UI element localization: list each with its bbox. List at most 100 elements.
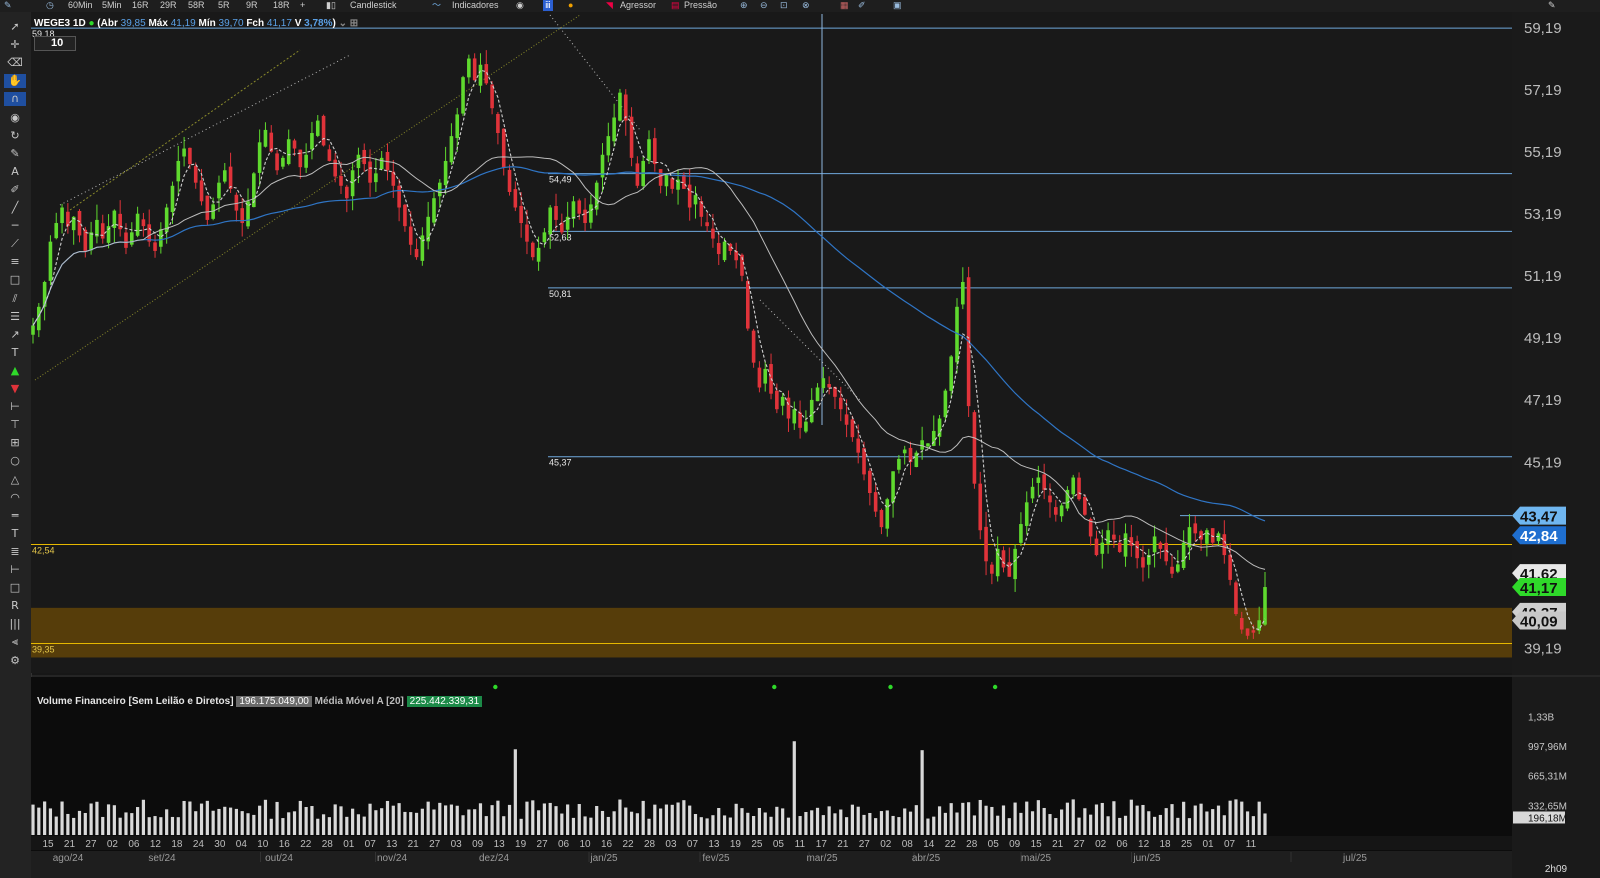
- volume-bar: [1216, 805, 1221, 835]
- candle-body: [222, 170, 227, 182]
- x-day-label: 25: [1181, 839, 1193, 850]
- volume-bar: [380, 808, 384, 835]
- volume-bar: [536, 810, 541, 835]
- low-label: Mín: [198, 18, 216, 29]
- volume-bar: [961, 802, 965, 835]
- collapse-icon[interactable]: ⌄: [339, 18, 347, 29]
- candle-body: [153, 242, 157, 251]
- candle-body: [188, 147, 192, 165]
- volume-bar: [1141, 804, 1145, 835]
- x-day-label: 22: [300, 839, 312, 850]
- candle-body: [182, 148, 186, 157]
- volume-bar: [699, 817, 703, 835]
- volume-bar: [542, 803, 546, 835]
- x-month-label: dez/24: [479, 853, 509, 864]
- candle-body: [1030, 486, 1035, 499]
- volume-bar: [821, 815, 825, 835]
- x-day-label: 28: [644, 839, 656, 850]
- volume-bar: [996, 815, 1000, 835]
- candle-body: [443, 160, 448, 186]
- candle-body: [379, 157, 384, 170]
- volume-bar: [48, 808, 53, 835]
- price-chart[interactable]: 59,1854,4952,6350,8145,3742,5439,3559,19…: [0, 0, 1600, 878]
- x-month-label: abr/25: [912, 853, 941, 864]
- volume-bar: [426, 801, 430, 835]
- volume-bar: [711, 815, 715, 835]
- volume-bar: [978, 799, 982, 835]
- volume-bar: [810, 810, 814, 835]
- candle-body: [530, 242, 535, 258]
- volume-bar: [850, 804, 854, 835]
- candle-body: [1234, 582, 1238, 615]
- x-day-label: 24: [193, 839, 205, 850]
- candle-body: [472, 58, 477, 81]
- candle-body: [798, 412, 802, 428]
- volume-bar: [118, 817, 122, 835]
- volume-bar: [89, 803, 93, 835]
- candle-body: [920, 440, 924, 450]
- volume-bar: [339, 806, 343, 835]
- candle-body: [885, 499, 890, 529]
- ticker-info: WEGE3 1D ● (Abr 39,85 Máx 41,19 Mín 39,7…: [34, 18, 359, 29]
- candle-body: [926, 443, 930, 447]
- close-label: Fch: [246, 18, 265, 29]
- volume-bar: [879, 811, 884, 835]
- volume-current: 196.175.049,00: [236, 696, 312, 707]
- candle-body: [374, 173, 378, 183]
- x-day-label: 09: [1009, 839, 1021, 850]
- candle-body: [159, 229, 163, 247]
- candle-body: [670, 178, 675, 189]
- volume-bar: [1071, 799, 1075, 835]
- y-tick-label: 47,19: [1524, 392, 1562, 409]
- x-day-label: 14: [923, 839, 935, 850]
- high-label: Máx: [148, 18, 168, 29]
- x-day-label: 04: [236, 839, 248, 850]
- x-day-label: 02: [880, 839, 892, 850]
- volume-bar: [972, 815, 977, 835]
- x-day-label: 15: [42, 839, 54, 850]
- volume-bar: [1083, 808, 1087, 835]
- volume-bar: [234, 808, 238, 835]
- interval-box[interactable]: 10: [34, 36, 76, 51]
- volume-bar: [368, 803, 372, 835]
- volume-bar: [205, 800, 209, 835]
- volume-bar: [83, 812, 87, 835]
- volume-bar: [653, 804, 657, 835]
- candle-body: [1135, 541, 1139, 559]
- x-month-label: jun/25: [1132, 853, 1161, 864]
- support-zone: [31, 607, 1512, 658]
- volume-bar: [72, 817, 76, 835]
- volume-bar: [403, 811, 407, 835]
- volume-bar: [908, 811, 913, 835]
- volume-tick-label: 332,65M: [1528, 801, 1567, 812]
- candle-body: [984, 526, 988, 562]
- volume-bar: [1182, 801, 1186, 835]
- candle-body: [786, 397, 791, 419]
- add-study-icon[interactable]: ⊞: [350, 18, 358, 29]
- volume-bar: [281, 818, 285, 835]
- volume-bar: [66, 813, 70, 835]
- x-day-label: 17: [816, 839, 828, 850]
- x-day-label: 05: [773, 839, 785, 850]
- volume-bar: [885, 810, 889, 835]
- volume-bar: [618, 799, 622, 835]
- volume-bar: [321, 814, 326, 835]
- volume-bar: [1245, 811, 1250, 835]
- volume-bar: [304, 807, 308, 835]
- x-day-label: 05: [988, 839, 1000, 850]
- x-month-label: nov/24: [377, 853, 407, 864]
- candle-body: [972, 412, 977, 484]
- candle-body: [618, 92, 622, 121]
- level-label: 52,63: [549, 232, 572, 242]
- ticker-symbol[interactable]: WEGE3 1D: [34, 18, 86, 29]
- signal-dot: [772, 684, 777, 690]
- volume-bar: [740, 808, 744, 835]
- volume-bar: [827, 806, 831, 835]
- candle-body: [612, 117, 616, 142]
- volume-bar: [606, 816, 610, 835]
- candle-body: [548, 207, 553, 235]
- volume-bar: [676, 802, 680, 835]
- candle-body: [804, 421, 808, 432]
- countdown-timer: 2h09: [1512, 862, 1600, 878]
- x-day-label: 22: [622, 839, 634, 850]
